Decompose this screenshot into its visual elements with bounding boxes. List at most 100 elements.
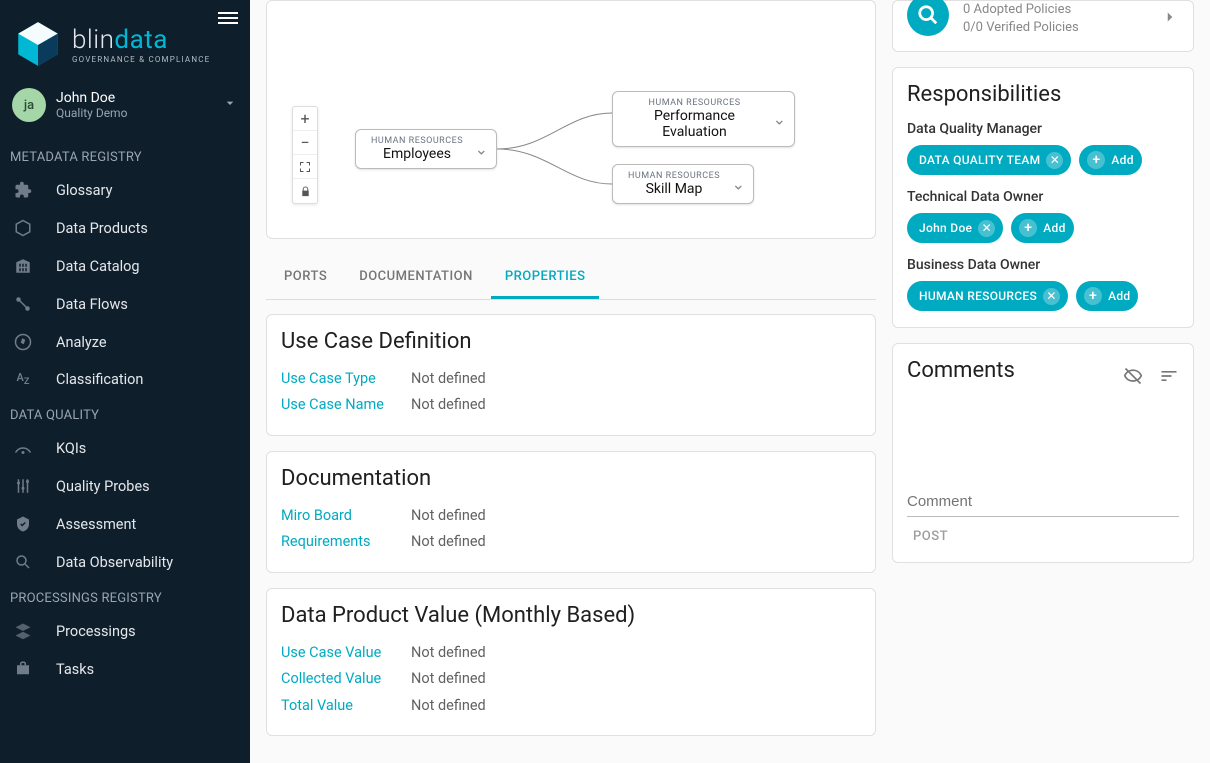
tab-ports[interactable]: PORTS [270,257,341,299]
policies-verified: 0/0 Verified Policies [963,19,1079,37]
logo-icon [12,18,64,70]
user-menu[interactable]: ja John Doe Quality Demo [0,78,250,140]
sidebar-item-tasks[interactable]: Tasks [0,650,250,688]
chevron-down-icon[interactable]: ⌄ [475,140,488,159]
policy-search-icon [907,0,949,36]
sidebar-item-quality-probes[interactable]: Quality Probes [0,467,250,505]
shield-check-icon [12,515,34,533]
graph-node-skillmap[interactable]: HUMAN RESOURCES Skill Map ⌄ [612,164,754,204]
policies-adopted: 0 Adopted Policies [963,1,1079,19]
graph-node-performance[interactable]: HUMAN RESOURCES Performance Evaluation ⌄ [612,91,795,147]
chip-data-quality-team[interactable]: DATA QUALITY TEAM✕ [907,145,1071,175]
panel-title: Use Case Definition [281,329,861,354]
comments-card: Comments POST [892,343,1194,563]
responsibilities-card: Responsibilities Data Quality Manager DA… [892,67,1194,328]
sidebar-collapse-button[interactable] [218,10,238,30]
building-icon [12,257,34,275]
chevron-down-icon[interactable]: ⌄ [732,175,745,194]
add-chip-button[interactable]: +Add [1076,281,1138,311]
sidebar-item-label: Assessment [56,516,136,533]
post-button[interactable]: POST [907,525,1179,548]
prop-key[interactable]: Total Value [281,695,411,717]
eye-search-icon [12,553,34,571]
sidebar-item-observability[interactable]: Data Observability [0,543,250,581]
remove-chip-icon[interactable]: ✕ [1046,152,1063,169]
prop-value: Not defined [411,531,486,553]
policies-card[interactable]: 0 Adopted Policies 0/0 Verified Policies [892,0,1194,52]
prop-value: Not defined [411,668,486,690]
panel-title: Documentation [281,466,861,491]
sidebar-item-data-flows[interactable]: Data Flows [0,285,250,323]
prop-key[interactable]: Use Case Value [281,642,411,664]
zoom-out-button[interactable]: − [293,131,317,155]
sidebar-item-processings[interactable]: Processings [0,612,250,650]
fit-button[interactable] [293,155,317,179]
layers-icon [12,622,34,640]
sidebar-item-kqis[interactable]: KQIs [0,429,250,467]
avatar: ja [12,88,46,122]
role-name: Business Data Owner [907,257,1179,273]
tab-documentation[interactable]: DOCUMENTATION [345,257,487,299]
prop-key[interactable]: Use Case Name [281,394,411,416]
sidebar-item-label: KQIs [56,440,86,457]
sidebar-item-label: Analyze [56,334,107,351]
chevron-down-icon[interactable]: ⌄ [773,110,786,129]
node-title: Employees [368,146,466,162]
prop-key[interactable]: Use Case Type [281,368,411,390]
lock-button[interactable] [293,179,317,203]
chip-human-resources[interactable]: HUMAN RESOURCES✕ [907,281,1068,311]
node-category: HUMAN RESOURCES [625,98,764,108]
prop-key[interactable]: Miro Board [281,505,411,527]
sidebar-item-label: Data Observability [56,554,173,571]
add-chip-button[interactable]: +Add [1011,213,1073,243]
plus-icon: + [1087,151,1105,169]
sidebar-item-analyze[interactable]: Analyze [0,323,250,361]
node-title: Skill Map [625,181,723,197]
user-subtitle: Quality Demo [56,106,127,120]
graph-node-employees[interactable]: HUMAN RESOURCES Employees ⌄ [355,129,497,169]
sidebar-item-label: Tasks [56,661,94,678]
prop-key[interactable]: Collected Value [281,668,411,690]
comments-title: Comments [907,358,1015,383]
az-icon: AZ [12,371,34,387]
sidebar-item-data-catalog[interactable]: Data Catalog [0,247,250,285]
hide-icon[interactable] [1123,366,1143,390]
chevron-right-icon[interactable] [1161,8,1179,30]
panel-data-product-value: Data Product Value (Monthly Based) Use C… [266,588,876,736]
user-name: John Doe [56,90,127,106]
panel-use-case-definition: Use Case Definition Use Case TypeNot def… [266,314,876,436]
prop-key[interactable]: Requirements [281,531,411,553]
prop-value: Not defined [411,695,486,717]
chip-john-doe[interactable]: John Doe✕ [907,213,1003,243]
remove-chip-icon[interactable]: ✕ [978,220,995,237]
hexagon-icon [12,219,34,237]
panel-title: Data Product Value (Monthly Based) [281,603,861,628]
graph-controls: + − [292,106,318,204]
plus-icon: + [1084,287,1102,305]
zoom-in-button[interactable]: + [293,107,317,131]
remove-chip-icon[interactable]: ✕ [1043,288,1060,305]
sidebar-item-label: Glossary [56,182,112,199]
node-category: HUMAN RESOURCES [625,171,723,181]
plus-icon: + [1019,219,1037,237]
puzzle-icon [12,181,34,199]
tab-properties[interactable]: PROPERTIES [491,257,600,299]
comment-input[interactable] [907,487,1179,517]
logo[interactable]: blindata GOVERNANCE & COMPLIANCE [0,0,250,78]
sort-icon[interactable] [1159,366,1179,390]
sidebar-item-glossary[interactable]: Glossary [0,171,250,209]
lineage-graph[interactable]: + − HUMAN RESOURCES Employees ⌄ HUMAN RE… [266,0,876,239]
node-title: Performance Evaluation [625,108,764,140]
sidebar-item-label: Data Flows [56,296,128,313]
flow-icon [12,295,34,313]
add-chip-button[interactable]: +Add [1079,145,1141,175]
sidebar-item-label: Data Catalog [56,258,140,275]
sidebar-item-classification[interactable]: AZClassification [0,361,250,398]
sidebar-item-assessment[interactable]: Assessment [0,505,250,543]
section-title-metadata: METADATA REGISTRY [0,140,250,171]
sidebar-item-data-products[interactable]: Data Products [0,209,250,247]
prop-value: Not defined [411,394,486,416]
prop-value: Not defined [411,505,486,527]
sidebar: blindata GOVERNANCE & COMPLIANCE ja John… [0,0,250,763]
sidebar-item-label: Data Products [56,220,148,237]
